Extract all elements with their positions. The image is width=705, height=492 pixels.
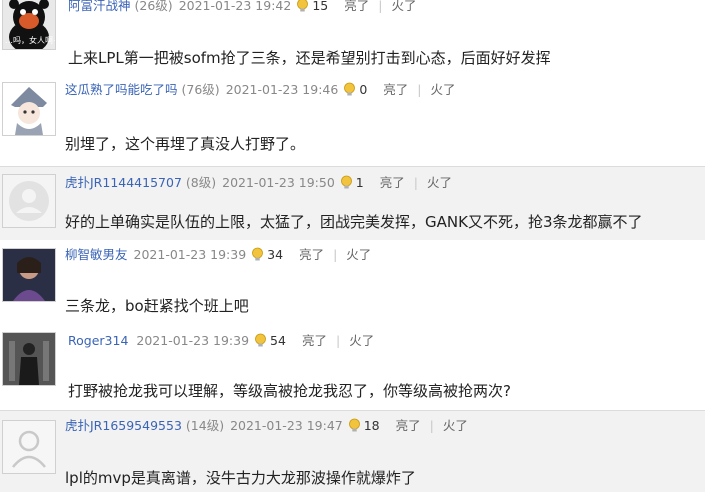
separator: | (333, 247, 338, 262)
fire-button[interactable]: 火了 (346, 246, 371, 264)
separator: | (413, 175, 418, 190)
like-count: 18 (363, 418, 380, 433)
lightbulb-icon (254, 332, 267, 350)
username-link[interactable]: Roger314 (68, 332, 128, 350)
avatar-caption: …吗，女人啊~ (5, 36, 56, 45)
lightbulb-icon (348, 417, 361, 435)
lightbulb-icon (340, 174, 353, 192)
timestamp: 2021-01-23 19:47 (230, 418, 343, 433)
like-count: 0 (359, 82, 368, 97)
avatar[interactable] (2, 174, 56, 228)
comment-text: lpl的mvp是真离谱，没牛古力大龙那波操作就爆炸了 (65, 469, 416, 487)
comment-meta: 阿富汗战神 (26级) 2021-01-23 19:42 15 亮了 | 火了 (68, 0, 416, 15)
like-button[interactable]: 亮了 (344, 0, 369, 15)
avatar[interactable] (2, 82, 56, 136)
timestamp: 2021-01-23 19:42 (178, 0, 292, 13)
separator: | (378, 0, 383, 13)
comment-text: 别埋了，这个再埋了真没人打野了。 (65, 135, 306, 153)
comment-item: 柳智敏男友 2021-01-23 19:39 34 亮了 | 火了 三条龙，bo赶紧找个班… (0, 240, 705, 324)
comment-item: 虎扑JR1144415707 (8级) 2021-01-23 19:50 1 亮了 | 火了… (0, 167, 705, 240)
comment-text: 上来LPL第一把被sofm抢了三条，还是希望别打击到心态，后面好好发挥 (68, 49, 551, 67)
like-button[interactable]: 亮了 (380, 174, 405, 192)
lightbulb-icon (296, 0, 309, 15)
timestamp: 2021-01-23 19:39 (136, 333, 250, 348)
comment-item: 虎扑JR1659549553 (14级) 2021-01-23 19:47 18 亮了 |… (0, 411, 705, 492)
like-button[interactable]: 亮了 (396, 417, 421, 435)
like-count: 1 (355, 175, 364, 190)
user-level: (26级) (134, 0, 173, 13)
avatar[interactable] (2, 332, 56, 386)
comment-meta: 柳智敏男友 2021-01-23 19:39 34 亮了 | 火了 (65, 246, 371, 264)
like-button[interactable]: 亮了 (302, 332, 327, 350)
lightbulb-icon (343, 81, 356, 99)
fire-button[interactable]: 火了 (349, 332, 374, 350)
fire-button[interactable]: 火了 (427, 174, 452, 192)
like-count: 54 (270, 333, 286, 348)
avatar[interactable] (2, 420, 56, 474)
timestamp: 2021-01-23 19:50 (222, 175, 335, 190)
avatar[interactable] (2, 248, 56, 302)
user-level: (14级) (185, 418, 225, 433)
username-link[interactable]: 这瓜熟了吗能吃了吗 (65, 81, 178, 99)
username-link[interactable]: 虎扑JR1144415707 (65, 174, 182, 192)
user-level: (76级) (181, 82, 220, 97)
timestamp: 2021-01-23 19:39 (133, 247, 247, 262)
comment-meta: 虎扑JR1659549553 (14级) 2021-01-23 19:47 18 亮了 |… (65, 417, 468, 435)
separator: | (429, 418, 434, 433)
username-link[interactable]: 柳智敏男友 (65, 246, 128, 264)
user-level: (8级) (185, 175, 217, 190)
fire-button[interactable]: 火了 (391, 0, 416, 15)
avatar[interactable]: …吗，女人啊~ (2, 0, 56, 50)
like-count: 34 (267, 247, 284, 262)
timestamp: 2021-01-23 19:46 (225, 82, 339, 97)
comment-text: 好的上单确实是队伍的上限，太猛了，团战完美发挥，GANK又不死，抢3条龙都赢不了 (65, 213, 643, 231)
username-link[interactable]: 虎扑JR1659549553 (65, 417, 182, 435)
like-button[interactable]: 亮了 (299, 246, 324, 264)
comment-text: 三条龙，bo赶紧找个班上吧 (65, 297, 249, 315)
comment-meta: 虎扑JR1144415707 (8级) 2021-01-23 19:50 1 亮了 | 火了 (65, 174, 452, 192)
comment-meta: Roger314 2021-01-23 19:39 54 亮了 | 火了 (68, 332, 374, 350)
lightbulb-icon (251, 246, 264, 264)
comment-item: …吗，女人啊~ 阿富汗战神 (26级) 2021-01-23 19:42 15 亮了 | 火… (0, 0, 705, 79)
comment-meta: 这瓜熟了吗能吃了吗 (76级) 2021-01-23 19:46 0 亮了 | 火了 (65, 81, 456, 99)
comment-text: 打野被抢龙我可以理解，等级高被抢龙我忍了，你等级高被抢两次? (68, 382, 511, 400)
fire-button[interactable]: 火了 (431, 81, 456, 99)
comment-item: Roger314 2021-01-23 19:39 54 亮了 | 火了 打野被抢龙我可以… (0, 324, 705, 410)
comment-item: 这瓜熟了吗能吃了吗 (76级) 2021-01-23 19:46 0 亮了 | 火了 别埋了… (0, 79, 705, 166)
username-link[interactable]: 阿富汗战神 (68, 0, 131, 15)
like-count: 15 (312, 0, 329, 13)
separator: | (335, 333, 341, 348)
fire-button[interactable]: 火了 (443, 417, 468, 435)
separator: | (417, 82, 422, 97)
like-button[interactable]: 亮了 (383, 81, 408, 99)
